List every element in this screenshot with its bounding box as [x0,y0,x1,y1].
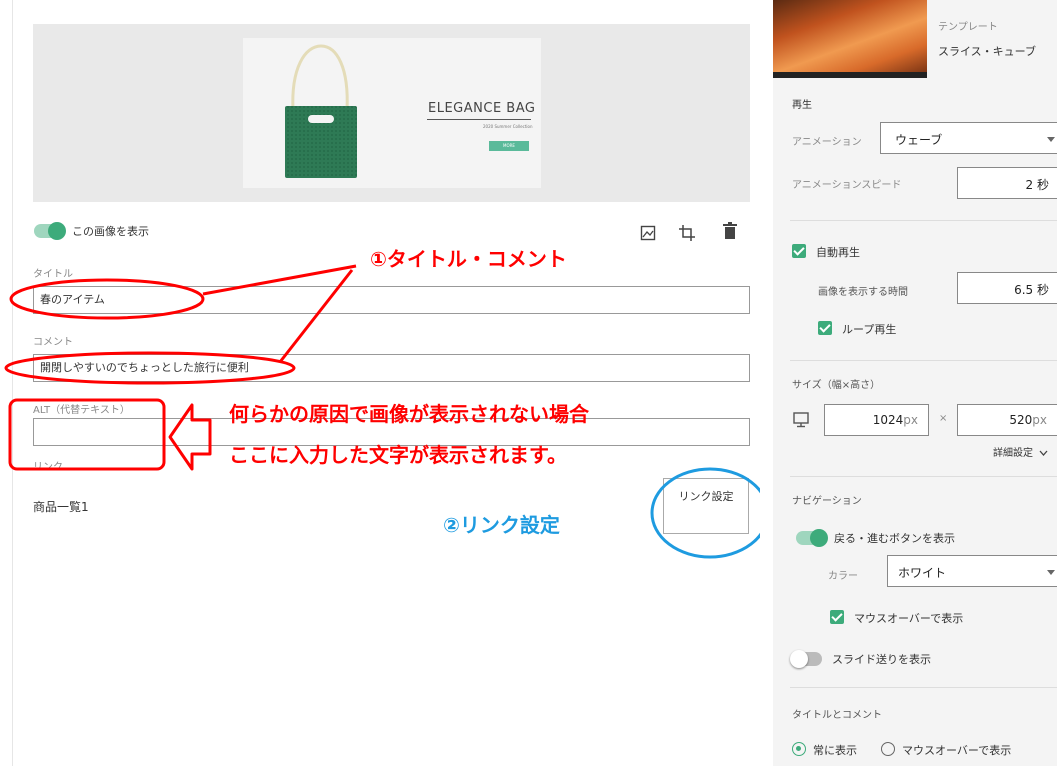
playback-heading: 再生 [792,100,812,111]
color-select[interactable]: ホワイト [887,555,1057,587]
annotation-alt-line1: 何らかの原因で画像が表示されない場合 [229,402,589,426]
chevron-down-icon [1047,137,1055,142]
advanced-settings-label: 詳細設定 [993,448,1033,459]
height-unit: px [1032,413,1047,427]
speed-input[interactable]: 2 秒 [957,167,1057,199]
bag-image [285,44,357,178]
comment-pointer-line [278,269,354,363]
crop-icon[interactable] [678,224,696,242]
advanced-settings-link[interactable]: 詳細設定 [993,444,1048,459]
mouseover-show-label: マウスオーバーで表示 [902,744,1012,757]
height-input[interactable]: 520px [957,404,1057,436]
display-time-label: 画像を表示する時間 [818,287,908,298]
title-input[interactable]: 春のアイテム [33,286,750,314]
loop-checkbox[interactable] [818,321,832,335]
speed-unit: 秒 [1036,178,1049,192]
link-label: リンク [33,462,63,473]
always-show-radio[interactable] [792,742,806,756]
nav-buttons-toggle[interactable] [796,529,828,547]
animation-select[interactable]: ウェーブ [880,122,1057,154]
annotation-title-comment: ①タイトル・コメント [370,247,567,271]
title-label: タイトル [33,269,73,280]
autoplay-checkbox[interactable] [792,244,806,258]
chevron-down-icon [1047,570,1055,575]
animation-select-value: ウェーブ [895,133,943,147]
chevron-down-icon [1039,450,1048,456]
slide-brand-underline [427,119,531,120]
link-settings-button-label: リンク設定 [678,490,734,503]
divider [790,220,1057,221]
mouseover-checkbox[interactable] [830,610,844,624]
comment-input[interactable]: 開閉しやすいのでちょっとした旅行に便利 [33,354,750,382]
image-icon[interactable] [640,225,656,241]
template-name: スライス・キューブ [938,45,1037,58]
divider [790,687,1057,688]
times-sign: × [939,413,948,424]
annotation-alt-line2: ここに入力した文字が表示されます。 [229,443,567,467]
link-value: 商品一覧1 [33,500,89,514]
nav-heading: ナビゲーション [792,496,862,507]
template-label: テンプレート [938,22,998,33]
title-comment-heading: タイトルとコメント [792,710,882,721]
speed-label: アニメーションスピード [792,180,902,191]
mouseover-show-radio[interactable] [881,742,895,756]
nav-buttons-label: 戻る・進むボタンを表示 [834,532,955,545]
slide-feed-toggle[interactable] [790,650,822,668]
height-value: 520 [1009,413,1033,427]
template-thumbnail[interactable] [773,0,927,78]
size-heading: サイズ（幅×高さ） [792,380,881,391]
trash-icon[interactable] [723,222,737,240]
comment-label: コメント [33,337,73,348]
slide-feed-label: スライド送りを表示 [832,653,931,666]
left-border [12,0,13,766]
show-image-label: この画像を表示 [72,225,149,238]
display-time-input[interactable]: 6.5 秒 [957,272,1057,304]
autoplay-label: 自動再生 [816,246,860,259]
animation-label: アニメーション [792,137,862,148]
divider [790,360,1057,361]
link-settings-button[interactable]: リンク設定 [663,478,749,534]
show-image-toggle[interactable] [34,222,66,240]
width-unit: px [903,413,918,427]
mouseover-label: マウスオーバーで表示 [854,612,964,625]
annotation-link: ②リンク設定 [443,513,560,537]
display-time-value: 6.5 [1014,283,1034,297]
divider [790,476,1057,477]
slide-brand-title: ELEGANCE BAG [428,101,536,116]
slide-subtitle: 2020 Summer Collection [483,124,533,129]
color-select-value: ホワイト [898,566,947,580]
display-time-unit: 秒 [1036,283,1049,297]
slide-more-button: MORE [489,141,529,151]
monitor-icon [793,412,809,428]
loop-label: ループ再生 [842,323,897,336]
always-show-label: 常に表示 [813,744,857,757]
alt-label: ALT（代替テキスト） [33,405,130,416]
color-label: カラー [828,571,858,582]
width-input[interactable]: 1024px [824,404,929,436]
speed-value: 2 [1025,178,1034,192]
width-value: 1024 [872,413,904,427]
